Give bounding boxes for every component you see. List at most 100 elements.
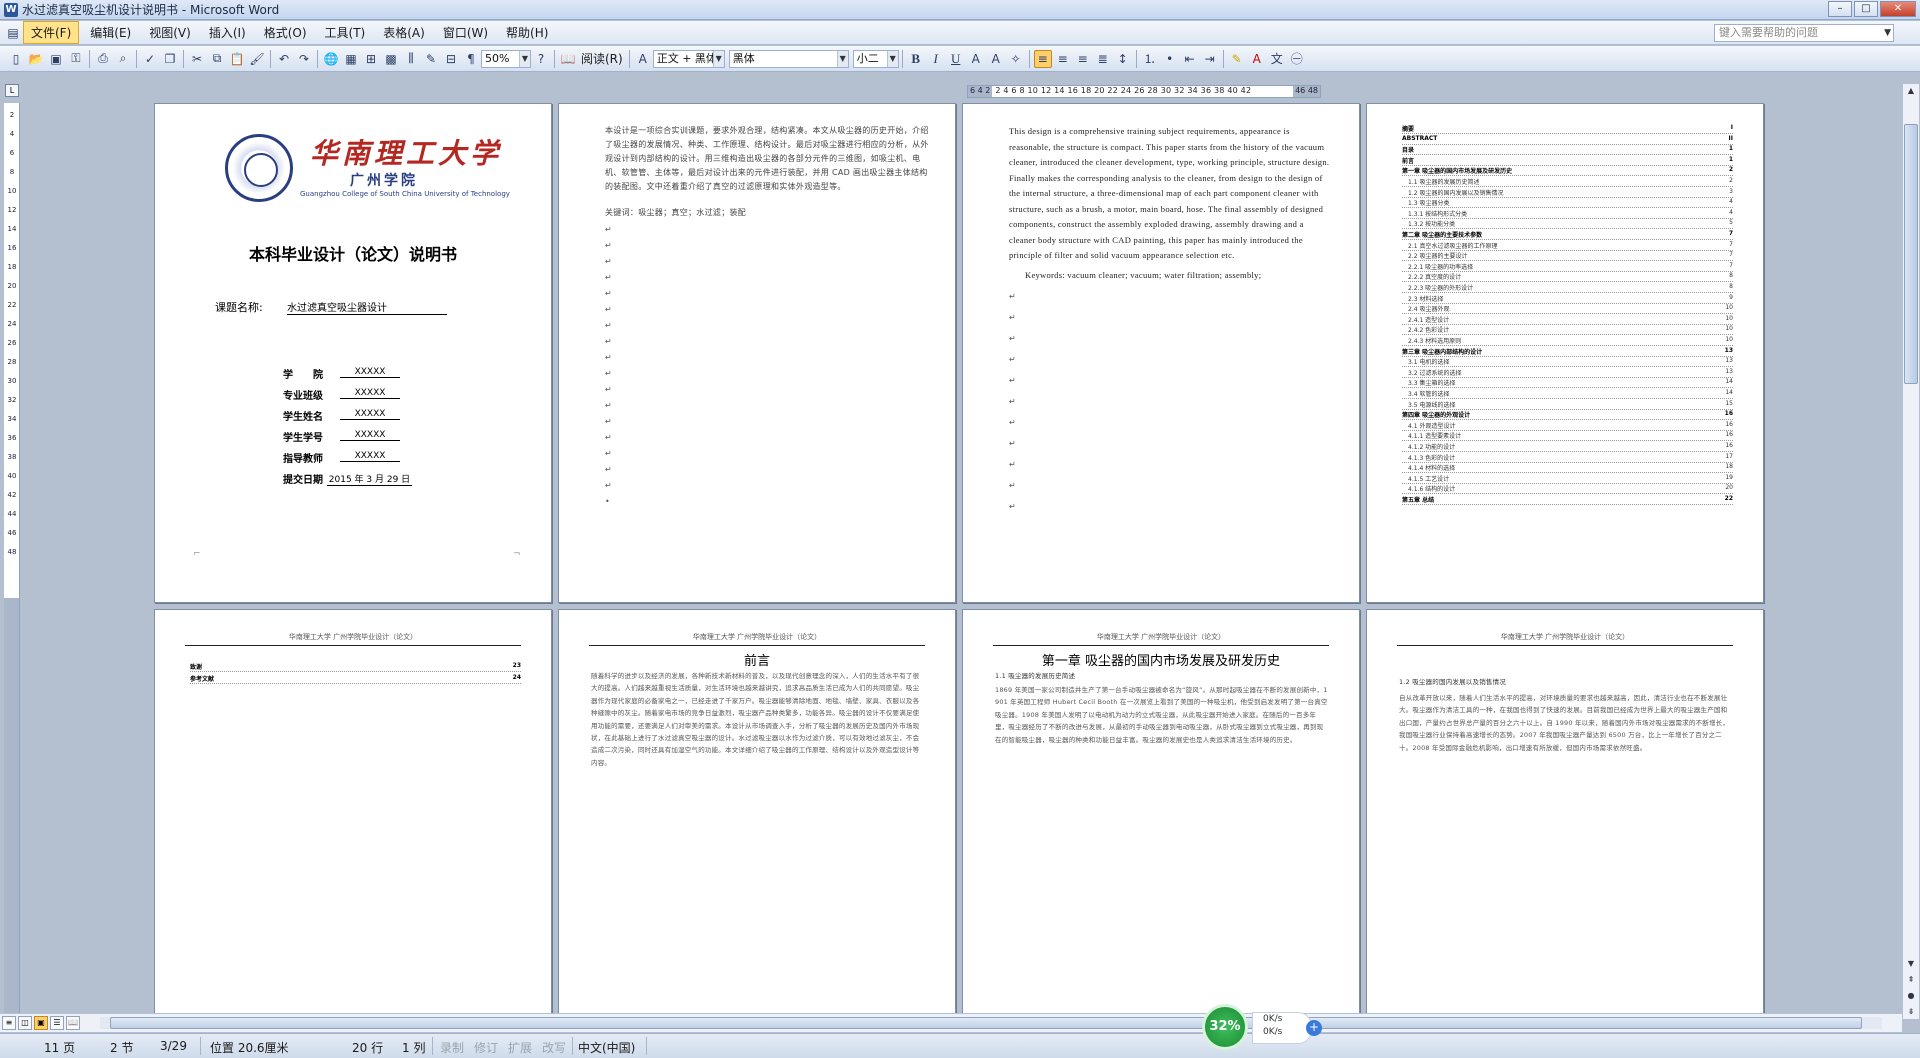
page-section-1-2[interactable]: 华南理工大学 广州学院毕业设计（论文） 1.2 吸尘器的国内发展以及销售情况 自… (1366, 609, 1764, 1013)
normal-view-icon[interactable]: ≡ (2, 1016, 16, 1030)
font-size-select[interactable]: 小二 ▼ (852, 49, 899, 68)
style-select[interactable]: 正文 + 黑体 ▼ (652, 49, 725, 68)
help-search-input[interactable]: 键入需要帮助的问题 ▼ (1714, 24, 1894, 42)
status-track-changes[interactable]: 修订 (474, 1039, 498, 1056)
page-cover[interactable]: 华南理工大学 广州学院 Guangzhou College of South C… (154, 103, 552, 603)
char-scale-icon[interactable]: ✧ (1007, 50, 1025, 68)
tables-borders-icon[interactable]: ▦ (342, 50, 360, 68)
font-color-icon[interactable]: A (1248, 50, 1266, 68)
italic-button[interactable]: I (927, 50, 945, 68)
insert-table-icon[interactable]: ⊞ (362, 50, 380, 68)
add-icon[interactable]: + (1306, 1020, 1322, 1036)
styles-icon[interactable]: A (634, 50, 652, 68)
copy-icon[interactable]: ⧉ (208, 50, 226, 68)
toc-entry[interactable]: 致谢 23 (190, 662, 521, 672)
phonetic-guide-icon[interactable]: 文 (1268, 50, 1286, 68)
toc-entry[interactable]: 1.3.2 按功能分类 5 (1402, 219, 1733, 230)
chevron-down-icon[interactable]: ▼ (1884, 25, 1891, 41)
toc-entry[interactable]: 4.1.2 功能的设计 16 (1402, 442, 1733, 452)
format-painter-icon[interactable]: 🖌 (248, 50, 266, 68)
char-border-icon[interactable]: A (967, 50, 985, 68)
toc-entry[interactable]: 第三章 吸尘器内部结构的设计 13 (1402, 346, 1733, 357)
outline-view-icon[interactable]: ☰ (50, 1016, 64, 1030)
toc-entry[interactable]: 2.4 吸尘器外观 10 (1402, 304, 1733, 315)
toc-entry[interactable]: 参考文献 24 (190, 674, 521, 684)
toc-entry[interactable]: 2.2.3 吸尘器的外形设计 8 (1402, 283, 1733, 293)
toc-entry[interactable]: 3.3 集尘箱的选择 14 (1402, 378, 1733, 389)
menu-file[interactable]: 文件(F) (23, 21, 80, 44)
menu-format[interactable]: 格式(O) (257, 22, 314, 43)
menu-edit[interactable]: 编辑(E) (83, 22, 138, 43)
toc-entry[interactable]: 4.1 外观造型设计 16 (1402, 420, 1733, 431)
page-preface[interactable]: 华南理工大学 广州学院毕业设计（论文） 前言 随着科学的进步以及经济的发展，各种… (558, 609, 956, 1013)
toc-entry[interactable]: 2.2 吸尘器的主要设计 7 (1402, 251, 1733, 262)
horizontal-ruler[interactable]: 6 4 2 2 4 6 8 10 12 14 16 18 20 22 24 26… (967, 85, 1321, 98)
toc-entry[interactable]: 前言 1 (1402, 155, 1733, 166)
doc-icon[interactable]: ▤ (4, 24, 22, 42)
toc-entry[interactable]: 4.1.5 工艺设计 19 (1402, 473, 1733, 484)
tab-selector[interactable]: L (5, 84, 19, 97)
toc-entry[interactable]: 3.5 电源线的选择 15 (1402, 399, 1733, 410)
scroll-up-icon[interactable]: ▲ (1904, 84, 1918, 98)
toc-entry[interactable]: 4.1.1 造型要素设计 16 (1402, 431, 1733, 442)
toc-entry[interactable]: 2.2.1 吸尘器的功率选择 7 (1402, 261, 1733, 272)
vertical-ruler[interactable]: 2 4 6 8 10 12 14 16 18 20 22 24 26 28 30 32 34 36 38 40 42 44… (4, 103, 20, 1013)
page-toc[interactable]: 摘要 I ABSTRACT II 目录 1 前言 1 第一章 吸尘器的国内市场发展及研发历史 2 1… (1366, 103, 1764, 603)
toc-entry[interactable]: 2.4.1 造型设计 10 (1402, 314, 1733, 325)
paste-icon[interactable]: 📋 (228, 50, 246, 68)
document-workspace[interactable]: 华南理工大学 广州学院 Guangzhou College of South C… (22, 103, 1900, 1013)
page-abstract-en[interactable]: This design is a comprehensive training … (962, 103, 1360, 603)
network-speed-widget[interactable]: 32% 0K/s 0K/s + (1202, 1004, 1324, 1050)
print-icon[interactable]: ⎙ (94, 50, 112, 68)
scroll-thumb[interactable] (1904, 124, 1918, 384)
next-page-icon[interactable]: ⇟ (1904, 1005, 1918, 1019)
status-record[interactable]: 录制 (440, 1039, 464, 1056)
minimize-button[interactable]: – (1828, 1, 1852, 17)
show-hide-icon[interactable]: ¶ (462, 50, 480, 68)
menu-view[interactable]: 视图(V) (142, 22, 198, 43)
increase-indent-icon[interactable]: ⇥ (1201, 50, 1219, 68)
toc-entry[interactable]: 第一章 吸尘器的国内市场发展及研发历史 2 (1402, 166, 1733, 177)
justify-icon[interactable]: ≣ (1094, 50, 1112, 68)
print-preview-icon[interactable]: ⌕ (114, 50, 132, 68)
status-extend[interactable]: 扩展 (508, 1039, 532, 1056)
maximize-button[interactable]: □ (1854, 1, 1878, 17)
word-app-icon[interactable]: W (4, 2, 18, 17)
toc-entry[interactable]: 4.1.6 结构的设计 20 (1402, 484, 1733, 495)
menu-help[interactable]: 帮助(H) (499, 22, 555, 43)
chevron-down-icon[interactable]: ▼ (519, 50, 530, 67)
toc-entry[interactable]: 1.1 吸尘器的发展历史简述 2 (1402, 177, 1733, 187)
toc-entry[interactable]: 2.1 真空水过滤吸尘器的工作原理 7 (1402, 240, 1733, 251)
print-layout-icon[interactable]: ▣ (34, 1016, 48, 1030)
toc-entry[interactable]: 摘要 I (1402, 124, 1733, 134)
bold-button[interactable]: B (907, 50, 925, 68)
font-select[interactable]: 黑体 ▼ (728, 49, 849, 68)
hyperlink-icon[interactable]: 🌐 (322, 50, 340, 68)
toc-entry[interactable]: 4.1.4 材料的选择 18 (1402, 463, 1733, 474)
open-folder-icon[interactable]: 📂 (27, 50, 45, 68)
cut-icon[interactable]: ✂ (188, 50, 206, 68)
previous-page-icon[interactable]: ⇞ (1904, 973, 1918, 987)
scroll-down-icon[interactable]: ▼ (1904, 957, 1918, 971)
toc-entry[interactable]: 第四章 吸尘器的外观设计 16 (1402, 410, 1733, 421)
research-icon[interactable]: ❐ (161, 50, 179, 68)
underline-button[interactable]: U (947, 50, 965, 68)
chevron-down-icon[interactable]: ▼ (712, 50, 724, 67)
horizontal-scroll-thumb[interactable] (110, 1017, 1862, 1029)
toc-entry[interactable]: 3.4 软管的选择 14 (1402, 389, 1733, 399)
page-chapter-1[interactable]: 华南理工大学 广州学院毕业设计（论文） 第一章 吸尘器的国内市场发展及研发历史 … (962, 609, 1360, 1013)
insert-excel-icon[interactable]: ▩ (382, 50, 400, 68)
reading-mode-button[interactable]: 阅读(R) (578, 50, 626, 67)
decrease-indent-icon[interactable]: ⇤ (1181, 50, 1199, 68)
columns-icon[interactable]: ⫼ (402, 50, 420, 68)
toc-entry[interactable]: 3.2 过滤系统的选择 13 (1402, 367, 1733, 378)
toc-entry[interactable]: 2.2.2 真空度的设计 8 (1402, 272, 1733, 283)
chevron-down-icon[interactable]: ▼ (836, 50, 848, 67)
toc-entry[interactable]: ABSTRACT II (1402, 134, 1733, 145)
enclose-char-icon[interactable]: ㊀ (1288, 50, 1306, 68)
toc-entry[interactable]: 3.1 电机的选择 13 (1402, 357, 1733, 368)
help-icon[interactable]: ? (532, 50, 550, 68)
browse-object-icon[interactable]: ● (1904, 989, 1918, 1003)
web-view-icon[interactable]: ◫ (18, 1016, 32, 1030)
read-icon[interactable]: 📖 (559, 50, 577, 68)
